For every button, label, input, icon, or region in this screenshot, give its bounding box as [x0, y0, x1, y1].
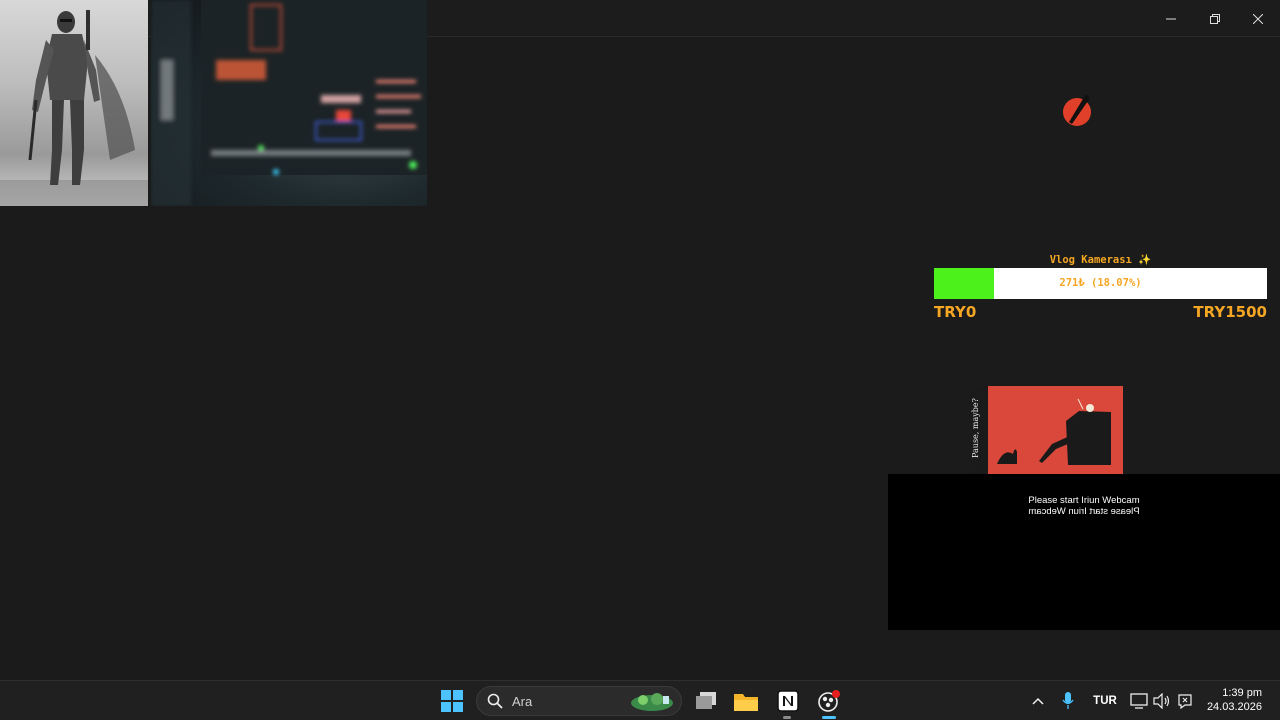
mandalorian-figure: [0, 10, 148, 206]
battery-button[interactable]: [1175, 681, 1195, 720]
webcam-preview: Please start Iriun Webcam Please start I…: [888, 474, 1280, 630]
search-placeholder: Ara: [512, 694, 533, 709]
battery-icon: [1178, 694, 1192, 709]
obs-icon: [818, 690, 840, 712]
mandalorian-sketch-image: [0, 0, 148, 206]
poster-illustration: [997, 398, 1111, 465]
minimize-icon: [1166, 18, 1176, 19]
network-icon: [1130, 693, 1148, 709]
clock-time: 1:39 pm: [1222, 687, 1262, 699]
windows-start-icon: [441, 690, 463, 712]
monitor-glow-graphic: [151, 0, 427, 206]
chevron-up-icon: [1032, 697, 1044, 705]
taskbar: Ara TUR 1:39 pm 24.03.2026: [0, 680, 1280, 720]
network-button[interactable]: [1129, 681, 1149, 720]
obs-button[interactable]: [812, 681, 846, 720]
brand-logo: [1060, 92, 1094, 128]
taskbar-search-box[interactable]: Ara: [476, 686, 682, 716]
notion-icon: [777, 690, 799, 712]
goal-progress-text: 271₺ (18.07%): [1059, 277, 1142, 289]
restore-icon: [1210, 13, 1220, 24]
close-button[interactable]: [1236, 0, 1280, 37]
goal-progress-bar: 271₺ (18.07%): [934, 268, 1267, 299]
monitor-photo-image: [151, 0, 427, 206]
language-indicator[interactable]: TUR: [1090, 681, 1120, 720]
clock-date: 24.03.2026: [1206, 701, 1262, 713]
webcam-message: Please start Iriun Webcam: [1028, 495, 1140, 506]
goal-min-label: TRY0: [934, 303, 977, 321]
task-view-icon: [696, 692, 716, 709]
webcam-message-mirrored: Please start Iriun Webcam: [1028, 506, 1140, 517]
task-view-button[interactable]: [690, 681, 722, 720]
pause-poster-image: Pause, maybe?: [969, 386, 1123, 475]
notion-running-indicator: [783, 716, 791, 719]
obs-active-indicator: [822, 716, 836, 719]
microphone-icon: [1062, 692, 1074, 709]
volume-button[interactable]: [1152, 681, 1172, 720]
microphone-button[interactable]: [1058, 681, 1078, 720]
system-clock[interactable]: 1:39 pm 24.03.2026: [1207, 686, 1262, 714]
notion-button[interactable]: [772, 681, 804, 720]
show-hidden-icons-button[interactable]: [1028, 681, 1048, 720]
minimize-button[interactable]: [1149, 0, 1193, 37]
search-highlight-icon: [631, 693, 673, 711]
search-icon: [487, 693, 503, 709]
folder-icon: [734, 694, 758, 711]
close-icon: [1253, 13, 1263, 24]
restore-button[interactable]: [1193, 0, 1237, 37]
goal-title: Vlog Kamerası ✨: [1049, 254, 1152, 266]
volume-icon: [1153, 693, 1170, 709]
file-explorer-button[interactable]: [730, 681, 762, 720]
start-button[interactable]: [436, 681, 468, 720]
goal-max-label: TRY1500: [1193, 303, 1267, 321]
